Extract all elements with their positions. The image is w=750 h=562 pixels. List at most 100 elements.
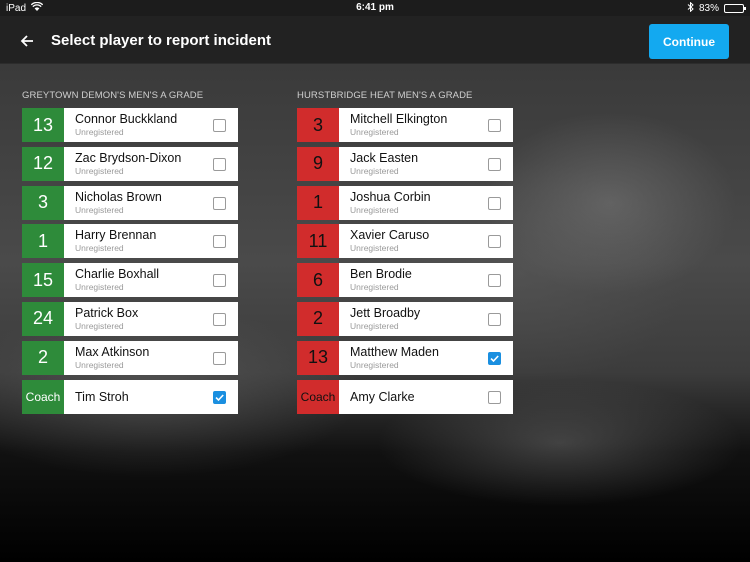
page-title: Select player to report incident [51, 32, 272, 49]
player-name: Matthew Maden [350, 344, 439, 359]
select-checkbox[interactable] [488, 196, 501, 210]
select-checkbox[interactable] [213, 351, 226, 365]
player-status: Unregistered [350, 282, 399, 293]
select-checkbox[interactable] [488, 119, 501, 132]
player-number: 3 [297, 108, 339, 142]
player-status: Unregistered [350, 243, 399, 254]
back-button[interactable] [16, 30, 38, 52]
player-number: 2 [22, 340, 64, 375]
select-checkbox[interactable] [213, 235, 226, 249]
checkmark-icon [490, 355, 499, 362]
player-row[interactable]: 1 Harry Brennan Unregistered [22, 224, 238, 259]
player-name: Amy Clarke [350, 389, 415, 404]
player-info: Jack Easten Unregistered [339, 147, 513, 181]
select-checkbox[interactable] [488, 235, 501, 249]
player-number: 15 [22, 263, 64, 298]
player-row[interactable]: 15 Charlie Boxhall Unregistered [22, 263, 238, 298]
player-name: Mitchell Elkington [350, 112, 448, 126]
player-info: Nicholas Brown Unregistered [64, 186, 238, 220]
player-info: Mitchell Elkington Unregistered [339, 108, 513, 142]
player-info: Patrick Box Unregistered [64, 302, 238, 336]
player-status: Unregistered [75, 243, 124, 254]
player-number: 6 [297, 263, 339, 298]
player-info: Xavier Caruso Unregistered [339, 224, 513, 258]
player-number: 2 [297, 301, 339, 336]
player-info: Connor Buckkland Unregistered [64, 108, 238, 142]
status-time: 6:41 pm [356, 2, 394, 13]
player-info: Tim Stroh [64, 380, 238, 414]
player-number: 13 [22, 108, 64, 142]
status-bar: iPad 6:41 pm 83% [0, 0, 750, 16]
team-name: GREYTOWN DEMON'S MEN'S A GRADE [22, 90, 204, 101]
player-name: Nicholas Brown [75, 189, 162, 204]
player-status: Unregistered [75, 204, 124, 215]
player-row[interactable]: 1 Joshua Corbin Unregistered [297, 185, 513, 220]
select-checkbox[interactable] [213, 390, 226, 404]
select-checkbox[interactable] [488, 351, 501, 365]
select-checkbox[interactable] [213, 119, 226, 132]
bluetooth-icon [687, 1, 694, 15]
player-info: Matthew Maden Unregistered [339, 341, 513, 375]
player-row[interactable]: 3 Nicholas Brown Unregistered [22, 185, 238, 220]
select-checkbox[interactable] [213, 157, 226, 171]
player-name: Tim Stroh [75, 389, 129, 404]
home-team-list: GREYTOWN DEMON'S MEN'S A GRADE 13 Connor … [22, 90, 238, 418]
player-info: Jett Broadby Unregistered [339, 302, 513, 336]
player-row[interactable]: 3 Mitchell Elkington Unregistered [297, 108, 513, 142]
player-row[interactable]: 9 Jack Easten Unregistered [297, 146, 513, 181]
player-row[interactable]: 12 Zac Brydson-Dixon Unregistered [22, 146, 238, 181]
player-number: 1 [22, 224, 64, 259]
battery-icon [724, 4, 746, 13]
player-status: Unregistered [350, 359, 399, 370]
player-info: Ben Brodie Unregistered [339, 263, 513, 297]
player-name: Jett Broadby [350, 305, 421, 320]
select-checkbox[interactable] [213, 312, 226, 326]
player-name: Zac Brydson-Dixon [75, 150, 182, 165]
player-row[interactable]: 13 Connor Buckkland Unregistered [22, 108, 238, 142]
team-name: HURSTBRIDGE HEAT MEN'S A GRADE [297, 90, 473, 101]
player-status: Unregistered [75, 359, 124, 370]
player-row[interactable]: Coach Amy Clarke [297, 379, 513, 414]
player-name: Patrick Box [75, 305, 139, 320]
player-row[interactable]: Coach Tim Stroh [22, 379, 238, 414]
player-name: Connor Buckkland [75, 112, 178, 126]
select-checkbox[interactable] [213, 196, 226, 210]
player-info: Charlie Boxhall Unregistered [64, 263, 238, 297]
player-number: Coach [297, 379, 339, 414]
checkmark-icon [215, 394, 224, 401]
away-team-list: HURSTBRIDGE HEAT MEN'S A GRADE 3 Mitchell… [297, 90, 513, 418]
player-info: Max Atkinson Unregistered [64, 341, 238, 375]
player-row[interactable]: 6 Ben Brodie Unregistered [297, 263, 513, 298]
player-status: Unregistered [75, 165, 124, 176]
player-info: Amy Clarke [339, 380, 513, 414]
player-name: Joshua Corbin [350, 189, 431, 204]
player-status: Unregistered [350, 165, 399, 176]
player-name: Jack Easten [350, 150, 419, 165]
player-row[interactable]: 2 Jett Broadby Unregistered [297, 301, 513, 336]
player-info: Harry Brennan Unregistered [64, 224, 238, 258]
continue-button[interactable]: Continue [649, 24, 729, 59]
player-number: 9 [297, 146, 339, 181]
player-name: Ben Brodie [350, 267, 412, 282]
select-checkbox[interactable] [488, 274, 501, 288]
player-row[interactable]: 2 Max Atkinson Unregistered [22, 340, 238, 375]
player-row[interactable]: 11 Xavier Caruso Unregistered [297, 224, 513, 259]
player-number: 24 [22, 301, 64, 336]
player-name: Xavier Caruso [350, 228, 430, 243]
player-status: Unregistered [75, 127, 124, 137]
player-status: Unregistered [75, 320, 124, 331]
player-name: Max Atkinson [75, 344, 150, 359]
player-number: 11 [297, 224, 339, 259]
player-number: 3 [22, 185, 64, 220]
player-status: Unregistered [350, 204, 399, 215]
player-row[interactable]: 13 Matthew Maden Unregistered [297, 340, 513, 375]
select-checkbox[interactable] [488, 157, 501, 171]
player-status: Unregistered [75, 282, 124, 293]
app-header: Select player to report incident Continu… [0, 16, 750, 64]
select-checkbox[interactable] [488, 312, 501, 326]
player-name: Harry Brennan [75, 228, 157, 243]
player-row[interactable]: 24 Patrick Box Unregistered [22, 301, 238, 336]
player-name: Charlie Boxhall [75, 267, 160, 282]
select-checkbox[interactable] [213, 274, 226, 288]
select-checkbox[interactable] [488, 390, 501, 404]
